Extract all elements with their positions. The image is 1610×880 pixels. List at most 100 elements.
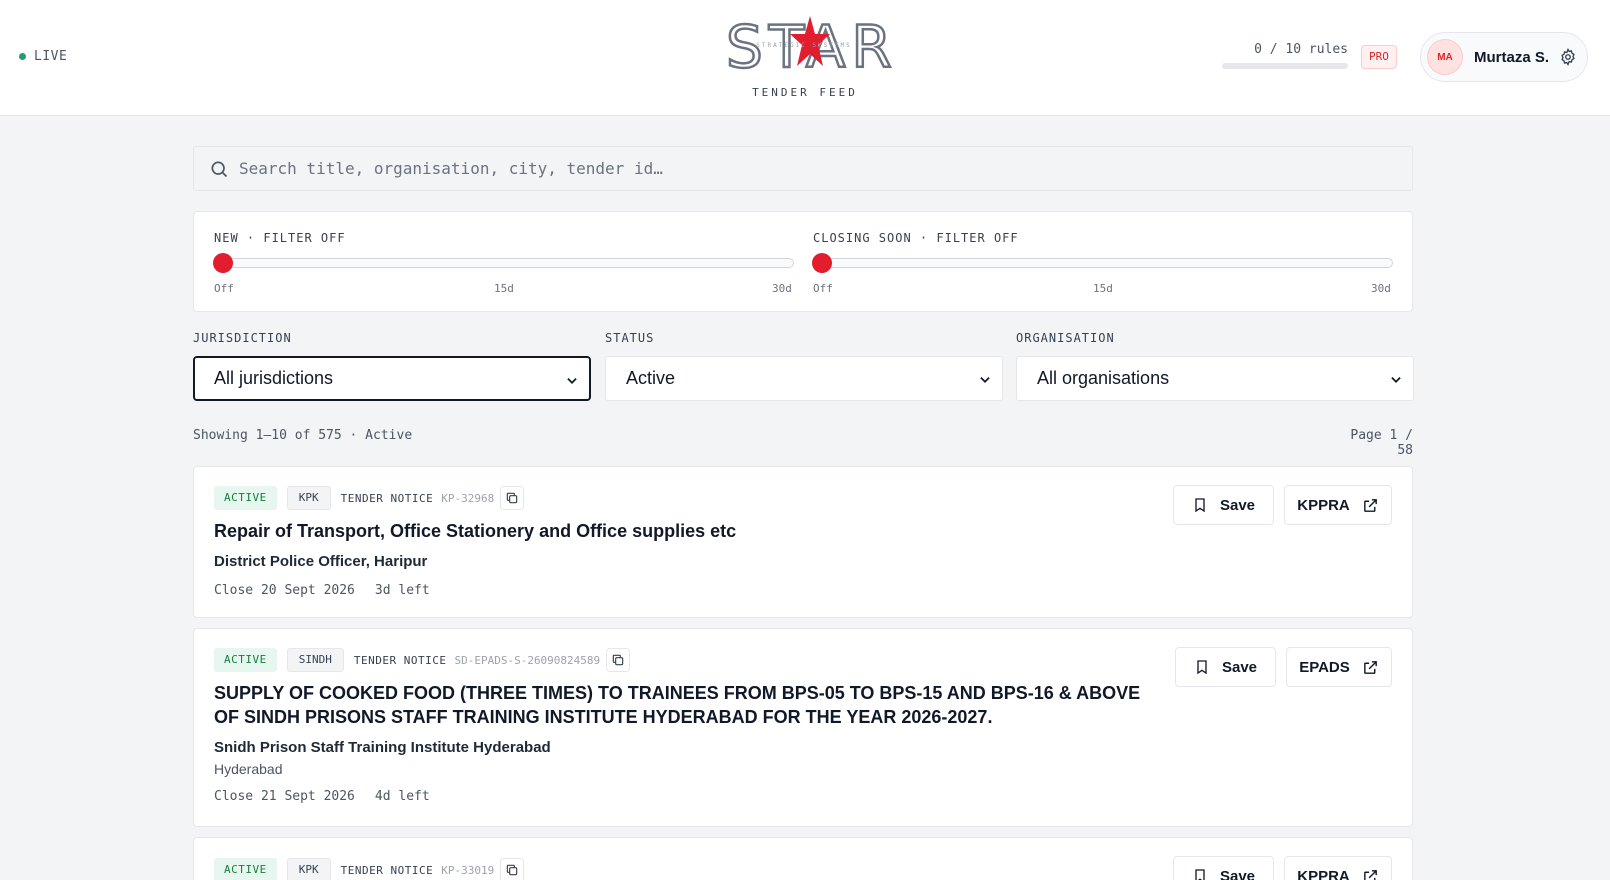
jurisdiction-badge: SINDH: [286, 648, 344, 672]
new-filter: NEW · FILTER OFF Off 15d 30d: [194, 212, 794, 312]
save-button[interactable]: Save: [1173, 485, 1274, 525]
save-label: Save: [1219, 867, 1256, 880]
tender-title[interactable]: Repair of Transport, Office Stationery a…: [214, 519, 1154, 543]
live-indicator: LIVE: [19, 49, 67, 64]
tender-title[interactable]: SUPPLY OF COOKED FOOD (THREE TIMES) TO T…: [214, 681, 1154, 729]
copy-id-button[interactable]: [500, 486, 525, 510]
jurisdiction-value: All jurisdictions: [214, 368, 334, 388]
plan-badge: PRO: [1361, 45, 1397, 69]
closing-soon-filter: CLOSING SOON · FILTER OFF Off 15d 30d: [793, 212, 1393, 312]
live-label: LIVE: [34, 49, 68, 64]
tender-type: TENDER NOTICE: [340, 491, 434, 505]
days-left: 3d left: [374, 583, 430, 598]
status-select[interactable]: Active: [605, 356, 1003, 401]
tender-id: KP-32968: [441, 491, 495, 505]
jurisdiction-select[interactable]: All jurisdictions: [193, 356, 591, 401]
new-filter-slider[interactable]: [213, 253, 794, 273]
copy-id-button[interactable]: [500, 858, 525, 880]
top-header: LIVE STAR STRATEGIC SYSTEMS TENDER FEED …: [0, 0, 1610, 116]
external-link-icon: [1363, 498, 1377, 512]
status-badge: ACTIVE: [214, 858, 277, 880]
bookmark-icon: [1195, 869, 1205, 880]
tender-closing: Close 21 Sept 2026 4d left: [214, 789, 430, 804]
jurisdiction-filter: JURISDICTION All jurisdictions: [193, 331, 591, 401]
status-value: Active: [626, 368, 676, 388]
user-name: Murtaza S.: [1474, 48, 1550, 66]
new-tick-30d: 30d: [772, 282, 792, 295]
closing-tick-15d: 15d: [1093, 282, 1113, 295]
closing-tick-off: Off: [813, 282, 833, 295]
logo-subtitle: STRATEGIC SYSTEMS: [756, 42, 852, 49]
new-tick-15d: 15d: [494, 282, 514, 295]
days-left: 4d left: [374, 789, 430, 804]
search-bar[interactable]: [193, 146, 1413, 191]
status-badge: ACTIVE: [214, 648, 277, 672]
tender-type: TENDER NOTICE: [353, 653, 447, 667]
close-date: Close 20 Sept 2026: [214, 583, 355, 598]
search-input[interactable]: [239, 159, 1389, 178]
jurisdiction-badge: KPK: [286, 486, 331, 510]
external-link-icon: [1363, 869, 1377, 880]
status-badge: ACTIVE: [214, 486, 277, 510]
results-summary: Showing 1–10 of 575 · Active: [193, 428, 413, 443]
rules-usage: 0 / 10 rules: [1222, 42, 1348, 69]
organisation-filter: ORGANISATION All organisations: [1016, 331, 1414, 401]
copy-icon: [612, 654, 624, 666]
tender-closing: Close 20 Sept 2026 3d left: [214, 583, 430, 598]
live-status-dot: [19, 53, 26, 60]
closing-soon-filter-slider[interactable]: [812, 253, 1393, 273]
tender-organisation: Snidh Prison Staff Training Institute Hy…: [214, 739, 551, 756]
date-filter-panel: NEW · FILTER OFF Off 15d 30d CLOSING SOO…: [193, 211, 1413, 312]
closing-tick-30d: 30d: [1371, 282, 1391, 295]
closing-soon-filter-label: CLOSING SOON · FILTER OFF: [813, 231, 1019, 245]
jurisdiction-badge: KPK: [286, 858, 331, 880]
gear-icon[interactable]: [1559, 48, 1577, 66]
rules-usage-bar: [1222, 63, 1348, 69]
copy-icon: [506, 492, 518, 504]
tender-card[interactable]: ACTIVE KPK TENDER NOTICE KP-33019 Save K…: [193, 837, 1413, 880]
save-label: Save: [1221, 658, 1258, 676]
source-link-button[interactable]: EPADS: [1286, 647, 1392, 687]
new-filter-slider-thumb[interactable]: [213, 253, 233, 273]
rules-usage-text: 0 / 10 rules: [1254, 42, 1348, 57]
tender-organisation: District Police Officer, Haripur: [214, 553, 428, 570]
tender-id: SD-EPADS-S-26090824589: [454, 653, 601, 667]
closing-soon-filter-slider-thumb[interactable]: [812, 253, 832, 273]
tender-card[interactable]: ACTIVE SINDH TENDER NOTICE SD-EPADS-S-26…: [193, 628, 1413, 827]
tender-city: Hyderabad: [214, 761, 283, 777]
tender-id: KP-33019: [441, 863, 495, 877]
source-label: KPPRA: [1297, 496, 1350, 514]
organisation-value: All organisations: [1037, 368, 1170, 388]
search-icon: [211, 161, 228, 177]
external-link-icon: [1363, 660, 1377, 674]
avatar: MA: [1427, 39, 1463, 75]
page-indicator: Page 1 / 58: [1350, 428, 1413, 458]
source-link-button[interactable]: KPPRA: [1284, 856, 1392, 880]
organisation-select[interactable]: All organisations: [1016, 356, 1414, 401]
copy-id-button[interactable]: [606, 648, 631, 672]
chevron-down-icon: [980, 377, 990, 383]
tender-meta: ACTIVE KPK TENDER NOTICE KP-33019: [214, 858, 525, 880]
tender-type: TENDER NOTICE: [340, 863, 434, 877]
tender-card[interactable]: ACTIVE KPK TENDER NOTICE KP-32968 Repair…: [193, 466, 1413, 618]
save-button[interactable]: Save: [1175, 647, 1276, 687]
tender-meta: ACTIVE KPK TENDER NOTICE KP-32968: [214, 486, 525, 510]
new-tick-off: Off: [214, 282, 234, 295]
new-filter-label: NEW · FILTER OFF: [214, 231, 346, 245]
status-filter: STATUS Active: [605, 331, 1003, 401]
organisation-label: ORGANISATION: [1016, 331, 1115, 345]
user-menu[interactable]: MA Murtaza S.: [1420, 32, 1588, 82]
save-button[interactable]: Save: [1173, 856, 1274, 880]
tender-meta: ACTIVE SINDH TENDER NOTICE SD-EPADS-S-26…: [214, 648, 631, 672]
source-label: EPADS: [1299, 658, 1350, 676]
close-date: Close 21 Sept 2026: [214, 789, 355, 804]
source-label: KPPRA: [1297, 867, 1350, 880]
copy-icon: [506, 864, 518, 876]
app-tagline: TENDER FEED: [752, 86, 858, 99]
bookmark-icon: [1197, 660, 1207, 675]
status-label: STATUS: [605, 331, 655, 345]
source-link-button[interactable]: KPPRA: [1284, 485, 1392, 525]
jurisdiction-label: JURISDICTION: [193, 331, 292, 345]
chevron-down-icon: [567, 378, 577, 384]
chevron-down-icon: [1391, 377, 1401, 383]
